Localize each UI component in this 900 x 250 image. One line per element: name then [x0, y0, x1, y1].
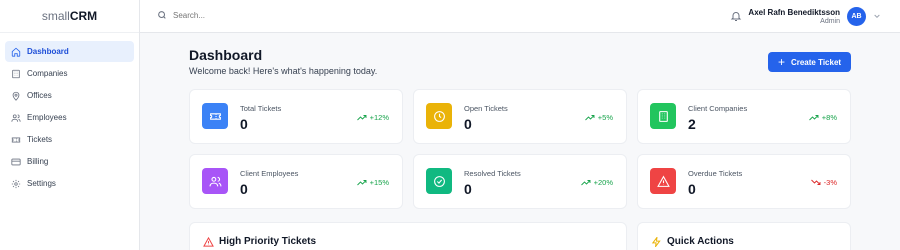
panel-title-text: Quick Actions	[667, 236, 734, 247]
gear-icon	[11, 179, 21, 188]
stat-value: 0	[240, 181, 248, 197]
panel-title-text: High Priority Tickets	[219, 236, 317, 247]
stat-label: Client Companies	[688, 104, 748, 113]
panel-title: High Priority Tickets	[203, 236, 316, 247]
sidebar-item-label: Offices	[27, 91, 52, 100]
sidebar-item-label: Settings	[27, 179, 56, 188]
stat-trend-value: +20%	[593, 178, 613, 187]
stat-icon-box	[426, 103, 452, 129]
stat-trend: +8%	[808, 113, 837, 122]
stat-trend-value: +15%	[369, 178, 389, 187]
stat-card-resolved-tickets[interactable]: Resolved Tickets 0 +20%	[413, 154, 627, 209]
stat-label: Overdue Tickets	[688, 169, 743, 178]
avatar[interactable]: AB	[847, 7, 866, 26]
stat-card-client-companies[interactable]: Client Companies 2 +8%	[637, 89, 851, 144]
sidebar-item-offices[interactable]: Offices	[5, 85, 134, 106]
lightning-icon	[651, 236, 661, 247]
alert-triangle-icon	[656, 175, 670, 187]
sidebar-item-dashboard[interactable]: Dashboard	[5, 41, 134, 62]
map-pin-icon	[12, 91, 20, 101]
stat-card-open-tickets[interactable]: Open Tickets 0 +5%	[413, 89, 627, 144]
stat-label: Resolved Tickets	[464, 169, 521, 178]
search-icon	[158, 11, 166, 19]
trending-down-icon	[810, 179, 821, 185]
plus-icon: +	[777, 55, 785, 69]
clock-icon	[433, 110, 445, 122]
credit-card-icon	[11, 158, 21, 165]
stat-value: 0	[688, 181, 696, 197]
stat-trend: +5%	[584, 113, 613, 122]
user-name: Axel Rafn Benediktsson	[748, 8, 840, 17]
ticket-icon	[11, 137, 21, 142]
building-icon	[12, 69, 20, 78]
sidebar: small CRM Dashboard Companies Offices Emp…	[0, 0, 140, 250]
home-icon	[11, 47, 21, 57]
stat-trend-value: -3%	[823, 178, 837, 187]
trending-up-icon	[356, 115, 367, 121]
stat-trend-value: +8%	[821, 113, 837, 122]
stat-card-overdue-tickets[interactable]: Overdue Tickets 0 -3%	[637, 154, 851, 209]
sidebar-item-employees[interactable]: Employees	[5, 107, 134, 128]
trending-up-icon	[808, 115, 819, 121]
stat-label: Open Tickets	[464, 104, 508, 113]
building-icon	[658, 110, 668, 122]
stat-icon-box	[650, 168, 676, 194]
sidebar-item-settings[interactable]: Settings	[5, 173, 134, 194]
stat-label: Total Tickets	[240, 104, 282, 113]
high-priority-panel: High Priority Tickets	[189, 222, 627, 250]
top-bar: Axel Rafn Benediktsson Admin AB	[140, 0, 900, 33]
sidebar-item-tickets[interactable]: Tickets	[5, 129, 134, 150]
stat-trend-value: +12%	[369, 113, 389, 122]
ticket-icon	[209, 112, 221, 120]
logo-suffix: CRM	[69, 9, 98, 23]
stat-value: 2	[688, 116, 696, 132]
trending-up-icon	[584, 115, 595, 121]
user-role: Admin	[820, 18, 840, 25]
stat-trend: +12%	[356, 113, 389, 122]
sidebar-item-companies[interactable]: Companies	[5, 63, 134, 84]
stat-trend: +20%	[580, 178, 613, 187]
users-icon	[11, 113, 21, 122]
stat-value: 0	[240, 116, 248, 132]
user-info[interactable]: Axel Rafn Benediktsson Admin	[748, 8, 840, 25]
stat-trend: +15%	[356, 178, 389, 187]
trending-up-icon	[356, 180, 367, 186]
trending-up-icon	[580, 180, 591, 186]
users-icon	[209, 176, 221, 186]
alert-triangle-icon	[203, 236, 214, 247]
stat-trend-value: +5%	[597, 113, 613, 122]
app-logo[interactable]: small CRM	[0, 0, 139, 33]
quick-actions-panel: Quick Actions	[637, 222, 851, 250]
sidebar-item-label: Tickets	[27, 135, 53, 144]
stat-value: 0	[464, 181, 472, 197]
stat-card-client-employees[interactable]: Client Employees 0 +15%	[189, 154, 403, 209]
sidebar-item-billing[interactable]: Billing	[5, 151, 134, 172]
page-title: Dashboard	[189, 47, 263, 63]
create-ticket-label: Create Ticket	[790, 57, 842, 67]
sidebar-item-label: Dashboard	[27, 47, 69, 56]
stat-label: Client Employees	[240, 169, 299, 178]
check-circle-icon	[433, 175, 445, 187]
search-input[interactable]	[173, 10, 373, 20]
main-content: Dashboard Welcome back! Here's what's ha…	[140, 33, 900, 250]
chevron-down-icon[interactable]	[873, 12, 881, 20]
stat-icon-box	[426, 168, 452, 194]
stat-value: 0	[464, 116, 472, 132]
logo-prefix: small	[41, 9, 70, 23]
sidebar-item-label: Billing	[27, 157, 49, 166]
sidebar-item-label: Companies	[27, 69, 68, 78]
stat-trend: -3%	[810, 178, 837, 187]
create-ticket-button[interactable]: + Create Ticket	[768, 52, 851, 72]
sidebar-nav: Dashboard Companies Offices Employees Ti…	[0, 33, 139, 194]
panel-title: Quick Actions	[651, 236, 734, 247]
stat-icon-box	[202, 168, 228, 194]
page-subtitle: Welcome back! Here's what's happening to…	[189, 66, 378, 76]
stat-icon-box	[650, 103, 676, 129]
stat-card-total-tickets[interactable]: Total Tickets 0 +12%	[189, 89, 403, 144]
search-box	[157, 10, 373, 20]
stat-icon-box	[202, 103, 228, 129]
sidebar-item-label: Employees	[27, 113, 67, 122]
bell-icon[interactable]	[730, 9, 742, 23]
